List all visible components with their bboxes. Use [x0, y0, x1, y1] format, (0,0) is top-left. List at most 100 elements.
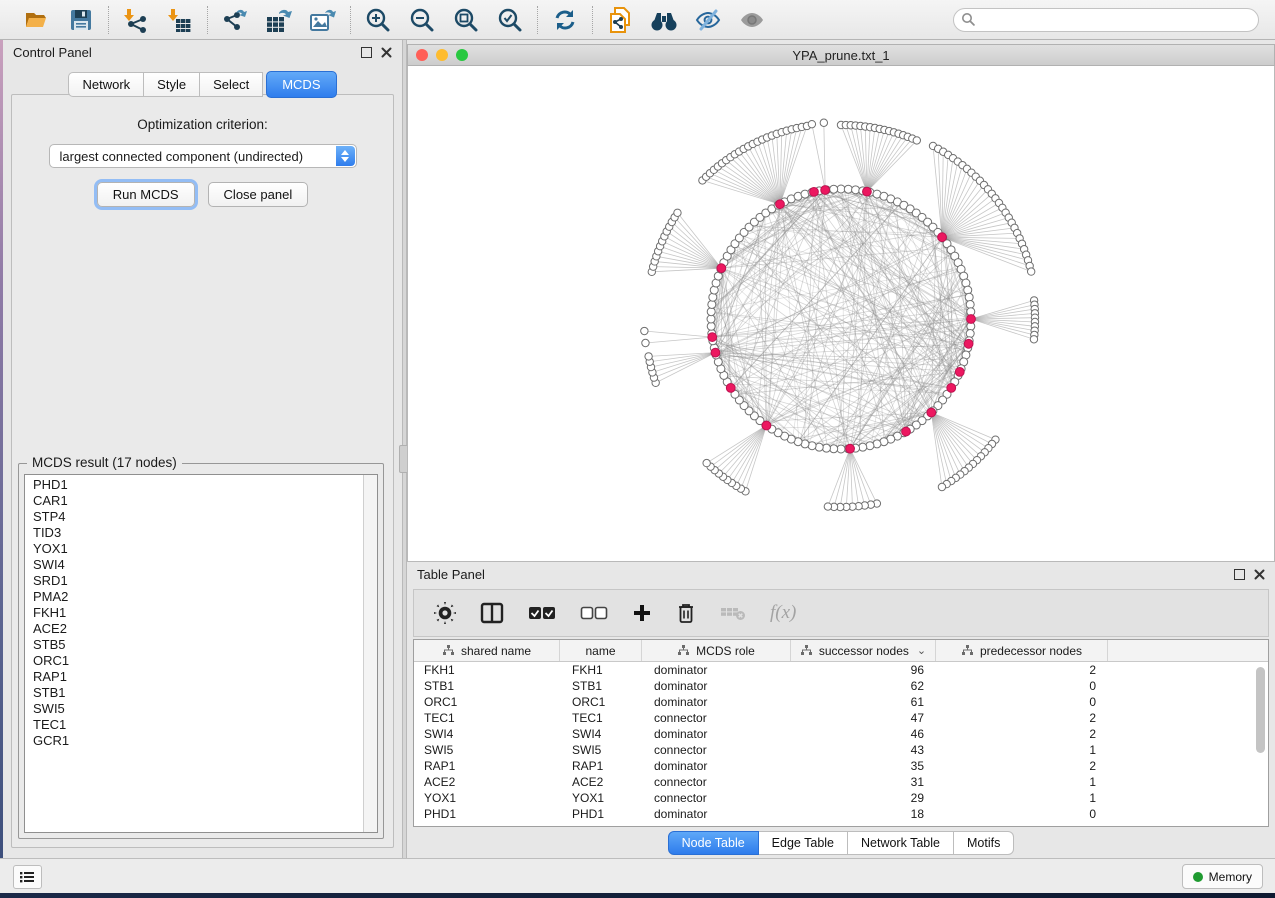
- add-column-icon[interactable]: [632, 603, 652, 623]
- run-mcds-button[interactable]: Run MCDS: [97, 182, 195, 207]
- mcds-result-item[interactable]: PHD1: [25, 477, 363, 493]
- mcds-result-item[interactable]: CAR1: [25, 493, 363, 509]
- mcds-result-item[interactable]: FKH1: [25, 605, 363, 621]
- table-row[interactable]: ORC1ORC1dominator610: [414, 694, 1268, 710]
- cell-name: FKH1: [560, 662, 642, 678]
- mcds-result-item[interactable]: GCR1: [25, 733, 363, 749]
- export-network-icon[interactable]: [220, 5, 250, 35]
- list-icon: [20, 871, 35, 883]
- save-session-icon[interactable]: [66, 5, 96, 35]
- application-window: Control Panel NetworkStyleSelectMCDS Opt…: [0, 0, 1275, 898]
- import-network-icon[interactable]: [121, 5, 151, 35]
- column-header-pred[interactable]: predecessor nodes: [936, 640, 1108, 661]
- column-header-role[interactable]: MCDS role: [642, 640, 791, 661]
- tab-motifs[interactable]: Motifs: [954, 831, 1014, 855]
- close-panel-button[interactable]: Close panel: [208, 182, 309, 207]
- mcds-result-item[interactable]: ACE2: [25, 621, 363, 637]
- cell-succ: 35: [791, 758, 936, 774]
- show-all-icon[interactable]: [737, 5, 767, 35]
- cell-pred: 0: [936, 694, 1108, 710]
- cell-shared: YOX1: [414, 790, 560, 806]
- network-graph[interactable]: [408, 66, 1274, 560]
- cell-role: dominator: [642, 726, 791, 742]
- mcds-result-item[interactable]: SRD1: [25, 573, 363, 589]
- mcds-result-item[interactable]: SWI5: [25, 701, 363, 717]
- cell-name: RAP1: [560, 758, 642, 774]
- tab-mcds[interactable]: MCDS: [266, 71, 336, 98]
- table-row[interactable]: ACE2ACE2connector311: [414, 774, 1268, 790]
- mcds-result-item[interactable]: TEC1: [25, 717, 363, 733]
- cell-name: TEC1: [560, 710, 642, 726]
- export-image-icon[interactable]: [308, 5, 338, 35]
- tab-select[interactable]: Select: [200, 72, 263, 97]
- memory-label: Memory: [1209, 870, 1252, 884]
- tab-network[interactable]: Network: [68, 72, 144, 97]
- column-header-name[interactable]: name: [560, 640, 642, 661]
- export-table-icon[interactable]: [264, 5, 294, 35]
- zoom-fit-icon[interactable]: [451, 5, 481, 35]
- criterion-dropdown[interactable]: largest connected component (undirected): [49, 144, 357, 168]
- cell-role: dominator: [642, 758, 791, 774]
- table-row[interactable]: FKH1FKH1dominator962: [414, 662, 1268, 678]
- status-bar: Memory: [0, 858, 1275, 893]
- toggle-columns-icon[interactable]: [480, 602, 504, 624]
- mcds-result-item[interactable]: RAP1: [25, 669, 363, 685]
- mcds-result-item[interactable]: SWI4: [25, 557, 363, 573]
- zoom-in-icon[interactable]: [363, 5, 393, 35]
- delete-selection-icon[interactable]: [676, 602, 696, 624]
- search-icon: [961, 12, 975, 26]
- table-row[interactable]: TEC1TEC1connector472: [414, 710, 1268, 726]
- cell-name: SWI4: [560, 726, 642, 742]
- column-label: shared name: [461, 644, 531, 658]
- settings-gear-icon[interactable]: [434, 602, 456, 624]
- tab-network-table[interactable]: Network Table: [848, 831, 954, 855]
- close-panel-icon[interactable]: [381, 47, 392, 58]
- close-panel-icon[interactable]: [1254, 569, 1265, 580]
- float-panel-icon[interactable]: [361, 47, 372, 58]
- hide-selection-icon[interactable]: [693, 5, 723, 35]
- zoom-out-icon[interactable]: [407, 5, 437, 35]
- float-panel-icon[interactable]: [1234, 569, 1245, 580]
- table-scrollbar-thumb[interactable]: [1256, 667, 1265, 753]
- memory-button[interactable]: Memory: [1182, 864, 1263, 889]
- panel-menu-button[interactable]: [13, 865, 42, 889]
- mcds-result-item[interactable]: TID3: [25, 525, 363, 541]
- mcds-result-item[interactable]: YOX1: [25, 541, 363, 557]
- clone-network-icon[interactable]: [605, 5, 635, 35]
- cell-name: SWI5: [560, 742, 642, 758]
- search-binoculars-icon[interactable]: [649, 5, 679, 35]
- cell-shared: PHD1: [414, 806, 560, 822]
- table-row[interactable]: PHD1PHD1dominator180: [414, 806, 1268, 822]
- tab-node-table[interactable]: Node Table: [668, 831, 759, 855]
- cell-succ: 47: [791, 710, 936, 726]
- import-table-icon[interactable]: [165, 5, 195, 35]
- cell-shared: STB1: [414, 678, 560, 694]
- mcds-result-item[interactable]: STB1: [25, 685, 363, 701]
- tab-style[interactable]: Style: [144, 72, 200, 97]
- control-panel-tabs: NetworkStyleSelectMCDS: [3, 71, 402, 98]
- select-all-icon[interactable]: [528, 605, 556, 621]
- refresh-layout-icon[interactable]: [550, 5, 580, 35]
- open-file-icon[interactable]: [22, 5, 52, 35]
- table-row[interactable]: SWI4SWI4dominator462: [414, 726, 1268, 742]
- mcds-result-item[interactable]: ORC1: [25, 653, 363, 669]
- table-row[interactable]: RAP1RAP1dominator352: [414, 758, 1268, 774]
- tab-edge-table[interactable]: Edge Table: [759, 831, 848, 855]
- zoom-selected-icon[interactable]: [495, 5, 525, 35]
- mcds-result-item[interactable]: STP4: [25, 509, 363, 525]
- column-header-shared[interactable]: shared name: [414, 640, 560, 661]
- cell-name: PHD1: [560, 806, 642, 822]
- column-header-succ[interactable]: successor nodes⌄: [791, 640, 936, 661]
- table-row[interactable]: SWI5SWI5connector431: [414, 742, 1268, 758]
- network-window-title: YPA_prune.txt_1: [408, 48, 1274, 63]
- deselect-all-icon[interactable]: [580, 605, 608, 621]
- mcds-list-scrollbar[interactable]: [363, 475, 377, 832]
- cell-shared: SWI4: [414, 726, 560, 742]
- table-row[interactable]: STB1STB1dominator620: [414, 678, 1268, 694]
- mcds-result-item[interactable]: PMA2: [25, 589, 363, 605]
- search-input[interactable]: [953, 8, 1259, 32]
- table-panel-title: Table Panel: [417, 567, 485, 582]
- network-canvas[interactable]: [407, 66, 1275, 562]
- mcds-result-item[interactable]: STB5: [25, 637, 363, 653]
- table-row[interactable]: YOX1YOX1connector291: [414, 790, 1268, 806]
